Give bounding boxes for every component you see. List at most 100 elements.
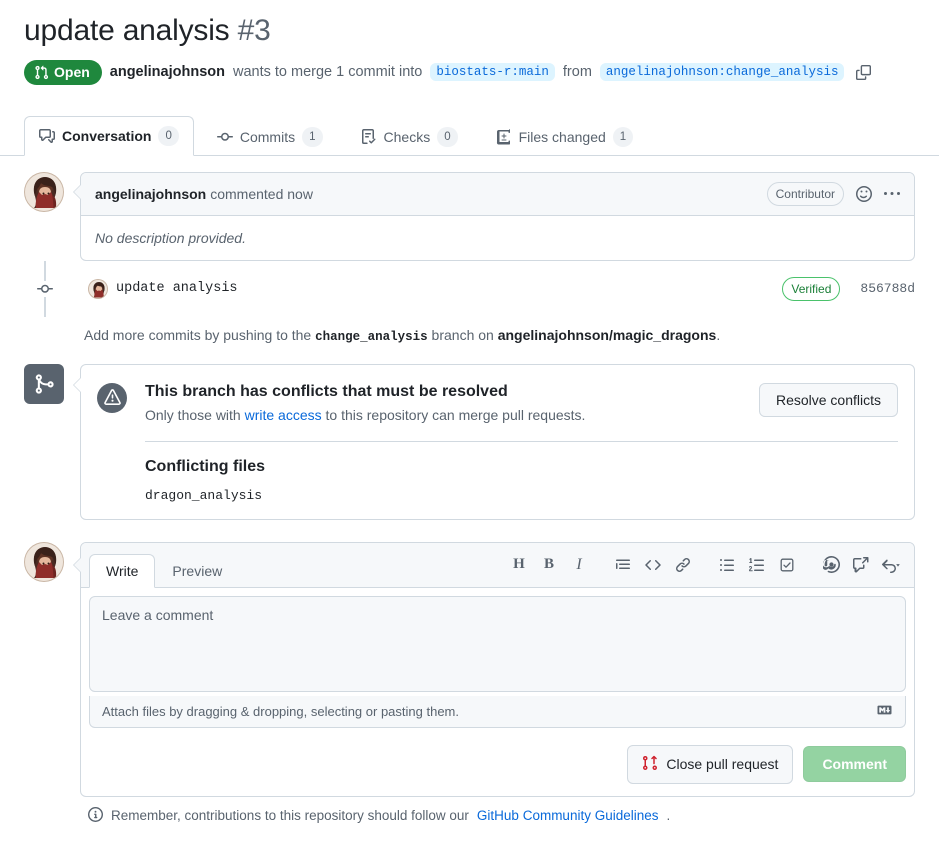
commit-row: update analysis Verified 856788d [37, 261, 915, 317]
commit-timeline: update analysis Verified 856788d [37, 260, 915, 317]
conflict-text: This branch has conflicts that must be r… [145, 381, 747, 423]
pull-request-icon [34, 65, 49, 80]
pr-number: #3 [237, 14, 271, 47]
form-toolbar-row: Write Preview H B I [81, 542, 914, 588]
conversation-timeline: angelinajohnson commented now Contributo… [24, 156, 915, 348]
comment-timestamp: commented now [210, 185, 313, 202]
current-user-avatar[interactable] [24, 541, 64, 582]
tab-checks-label: Checks [383, 128, 431, 145]
code-icon[interactable] [638, 551, 668, 579]
reference-icon[interactable] [846, 551, 876, 579]
push-note-suffix: . [716, 326, 721, 343]
tab-commits[interactable]: Commits 1 [202, 117, 338, 156]
checklist-icon [361, 128, 377, 145]
pr-header: update analysis #3 Open angelinajohnson … [0, 0, 939, 85]
tab-files-changed[interactable]: Files changed 1 [481, 117, 649, 156]
attach-hint-text: Attach files by dragging & dropping, sel… [102, 703, 459, 719]
conflict-sub-prefix: Only those with [145, 406, 241, 423]
tab-checks[interactable]: Checks 0 [346, 117, 473, 156]
italic-icon[interactable]: I [564, 551, 594, 579]
pull-request-page: update analysis #3 Open angelinajohnson … [0, 0, 939, 848]
heading-icon[interactable]: H [504, 551, 534, 579]
comment-header-actions: Contributor [766, 181, 900, 206]
footer-text-suffix: . [666, 808, 671, 824]
git-commit-icon [216, 129, 233, 145]
push-note-repo: angelinajohnson/magic_dragons [497, 326, 717, 343]
tab-write[interactable]: Write [89, 553, 156, 588]
task-list-icon[interactable] [772, 551, 802, 579]
alert-icon [97, 382, 127, 413]
add-reaction-icon[interactable] [856, 185, 872, 202]
tab-conversation[interactable]: Conversation 0 [24, 115, 194, 156]
conflict-box: This branch has conflicts that must be r… [73, 363, 915, 520]
mention-icon[interactable] [816, 551, 846, 579]
file-diff-icon [496, 128, 512, 145]
form-actions: Close pull request Comment [81, 744, 914, 796]
markdown-icon[interactable] [876, 703, 893, 720]
tab-preview[interactable]: Preview [155, 554, 239, 588]
pr-author[interactable]: angelinajohnson [110, 64, 225, 80]
git-commit-dot-icon [37, 280, 53, 297]
editor-area [81, 587, 914, 705]
write-access-link[interactable]: write access [245, 407, 322, 423]
ordered-list-icon[interactable] [742, 551, 772, 579]
role-badge: Contributor [766, 181, 844, 206]
comment-input[interactable] [89, 595, 906, 692]
commit-message[interactable]: update analysis [116, 281, 238, 296]
conflicting-files-title: Conflicting files [145, 457, 265, 475]
attach-files-bar[interactable]: Attach files by dragging & dropping, sel… [89, 695, 906, 728]
commit-meta: Verified 856788d [782, 276, 915, 301]
conflicting-file-item: dragon_analysis [145, 487, 263, 503]
verified-badge[interactable]: Verified [782, 276, 841, 301]
quote-icon[interactable] [608, 551, 638, 579]
description-comment: angelinajohnson commented now Contributo… [73, 171, 915, 261]
commit-content: update analysis Verified 856788d [88, 276, 915, 301]
avatar[interactable] [24, 171, 64, 212]
push-note-prefix: Add more commits by pushing to the [84, 326, 312, 343]
link-icon[interactable] [668, 551, 698, 579]
git-merge-icon [24, 363, 64, 404]
comment-form-section: Write Preview H B I Leave a comment Atta… [24, 541, 915, 797]
resolve-conflicts-button[interactable]: Resolve conflicts [758, 382, 898, 417]
tab-checks-count: 0 [437, 126, 458, 147]
copy-branch-icon[interactable] [856, 64, 872, 80]
head-branch-tag[interactable]: angelinajohnson:change_analysis [599, 63, 845, 81]
close-pull-request-button[interactable]: Close pull request [627, 744, 794, 784]
push-note-middle: branch on [431, 326, 494, 343]
page-title: update analysis #3 [24, 12, 915, 50]
tab-commits-label: Commits [239, 128, 296, 145]
tab-commits-count: 1 [302, 126, 323, 147]
conflict-title: This branch has conflicts that must be r… [145, 382, 508, 400]
conflicting-files-section: Conflicting files dragon_analysis [145, 442, 898, 503]
community-guidelines-link[interactable]: GitHub Community Guidelines [477, 808, 659, 823]
reply-icon[interactable] [876, 551, 906, 579]
commit-sha[interactable]: 856788d [860, 281, 915, 296]
push-note-branch: change_analysis [315, 329, 428, 344]
unordered-list-icon[interactable] [712, 551, 742, 579]
push-more-commits-note: Add more commits by pushing to the chang… [24, 317, 915, 348]
comment-button[interactable]: Comment [803, 746, 906, 783]
status-badge-label: Open [54, 64, 90, 80]
tab-conversation-count: 0 [158, 125, 179, 146]
info-icon [88, 806, 103, 825]
comment-header: angelinajohnson commented now Contributo… [81, 172, 914, 216]
from-word: from [562, 64, 592, 80]
kebab-menu-icon[interactable] [884, 186, 900, 202]
comment-form: Write Preview H B I Leave a comment Atta… [73, 541, 915, 797]
community-guidelines-note: Remember, contributions to this reposito… [24, 797, 915, 825]
comment-author[interactable]: angelinajohnson [95, 186, 206, 202]
commit-author-avatar[interactable] [88, 278, 108, 299]
base-branch-tag[interactable]: biostats-r:main [430, 63, 555, 81]
status-badge: Open [24, 59, 102, 85]
merge-phrase: wants to merge 1 commit into [232, 64, 423, 80]
merge-section: This branch has conflicts that must be r… [24, 363, 915, 520]
conflict-sub-suffix: to this repository can merge pull reques… [325, 406, 586, 423]
bold-icon[interactable]: B [534, 551, 564, 579]
pr-subhead: Open angelinajohnson wants to merge 1 co… [24, 59, 915, 85]
close-pull-request-label: Close pull request [666, 756, 779, 773]
comment-row: angelinajohnson commented now Contributo… [24, 171, 915, 261]
tab-files-changed-count: 1 [612, 126, 634, 147]
pr-tabs: Conversation 0 Commits 1 Checks 0 Files … [0, 99, 939, 156]
footer-text-prefix: Remember, contributions to this reposito… [111, 808, 469, 824]
pr-body: angelinajohnson commented now Contributo… [0, 156, 939, 825]
